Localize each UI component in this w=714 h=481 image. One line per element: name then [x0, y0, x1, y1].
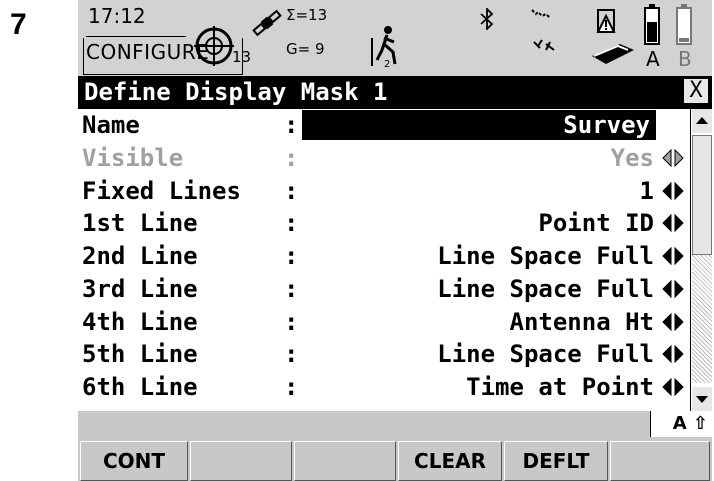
- memory-card-warning-icon: [592, 9, 634, 64]
- scroll-thumb[interactable]: [692, 135, 712, 255]
- f6-button[interactable]: [610, 441, 710, 481]
- f2-button[interactable]: [190, 441, 292, 481]
- row-colon: :: [284, 144, 299, 172]
- settings-list: Name : Survey Visible : Yes Fixed Lines …: [78, 109, 690, 411]
- dialog-title-bar: Define Display Mask 1 X: [78, 76, 712, 109]
- choice-arrows-icon[interactable]: [660, 246, 686, 266]
- row-3rd-line[interactable]: 3rd Line : Line Space Full: [78, 274, 690, 304]
- choice-arrows-icon[interactable]: [660, 213, 686, 233]
- choice-arrows-icon: [660, 148, 686, 168]
- row-colon: :: [284, 275, 299, 303]
- satellite-icon: [252, 9, 282, 37]
- row-value: 1: [639, 177, 654, 205]
- sum-count: Σ=13: [286, 6, 328, 24]
- row-name[interactable]: Name : Survey: [78, 110, 690, 140]
- choice-arrows-icon[interactable]: [660, 181, 686, 201]
- device-screen: 17:12 CONFIGURE 13 Σ=13 G= 9 2 A B Defin…: [78, 0, 712, 481]
- row-fixed-lines[interactable]: Fixed Lines : 1: [78, 176, 690, 206]
- svg-text:2: 2: [384, 59, 390, 68]
- row-label: 1st Line: [82, 209, 198, 237]
- choice-arrows-icon[interactable]: [660, 377, 686, 397]
- surveyor-mode-icon: 2: [371, 26, 397, 68]
- scroll-up-button[interactable]: [692, 109, 712, 133]
- scroll-down-button[interactable]: [692, 387, 712, 411]
- bluetooth-icon: [480, 8, 494, 30]
- row-label: 5th Line: [82, 340, 198, 368]
- arrow-up-icon: [696, 117, 708, 124]
- mode-label: CONFIGURE: [86, 40, 210, 64]
- row-label: 2nd Line: [82, 242, 198, 270]
- name-input[interactable]: Survey: [302, 110, 656, 140]
- step-number: 7: [10, 8, 27, 41]
- position-crosshair-icon: [194, 26, 234, 66]
- row-colon: :: [284, 308, 299, 336]
- scrollbar[interactable]: [690, 109, 712, 411]
- choice-arrows-icon[interactable]: [660, 312, 686, 332]
- row-label: Name: [82, 111, 140, 139]
- choice-arrows-icon[interactable]: [660, 279, 686, 299]
- f1-cont-button[interactable]: CONT: [80, 441, 188, 481]
- f4-clear-button[interactable]: CLEAR: [398, 441, 502, 481]
- radio-link-icon: [531, 9, 555, 51]
- row-5th-line[interactable]: 5th Line : Line Space Full: [78, 339, 690, 369]
- row-value: Line Space Full: [437, 340, 654, 368]
- row-4th-line[interactable]: 4th Line : Antenna Ht: [78, 307, 690, 337]
- row-label: 4th Line: [82, 308, 198, 336]
- g-count: G= 9: [286, 40, 325, 58]
- row-2nd-line[interactable]: 2nd Line : Line Space Full: [78, 241, 690, 271]
- close-button[interactable]: X: [684, 79, 708, 103]
- row-label: 3rd Line: [82, 275, 198, 303]
- function-key-bar: CONT CLEAR DEFLT: [78, 437, 712, 481]
- arrow-down-icon: [696, 396, 708, 403]
- f5-deflt-button[interactable]: DEFLT: [504, 441, 608, 481]
- row-value: Line Space Full: [437, 275, 654, 303]
- svg-text:B: B: [678, 47, 692, 71]
- info-bar: A ⇧: [78, 411, 712, 437]
- satellite-count: 13: [232, 48, 252, 66]
- row-1st-line[interactable]: 1st Line : Point ID: [78, 208, 690, 238]
- f3-button[interactable]: [294, 441, 396, 481]
- input-mode-indicator: A ⇧: [650, 411, 712, 437]
- row-value: Time at Point: [466, 373, 654, 401]
- row-colon: :: [284, 373, 299, 401]
- row-value: Point ID: [538, 209, 654, 237]
- row-value: Yes: [610, 144, 654, 172]
- row-label: Visible: [82, 144, 184, 172]
- name-value: Survey: [563, 111, 650, 139]
- row-colon: :: [284, 242, 299, 270]
- row-colon: :: [284, 177, 299, 205]
- svg-text:A: A: [646, 47, 660, 71]
- row-value: Antenna Ht: [509, 308, 655, 336]
- battery-icon: A B: [644, 4, 692, 71]
- status-bar: 17:12 CONFIGURE 13 Σ=13 G= 9 2 A B: [78, 0, 712, 76]
- row-label: Fixed Lines: [82, 177, 241, 205]
- row-colon: :: [284, 340, 299, 368]
- dialog-title: Define Display Mask 1: [84, 78, 388, 106]
- row-colon: :: [284, 209, 299, 237]
- clock-time: 17:12: [88, 4, 146, 28]
- choice-arrows-icon[interactable]: [660, 344, 686, 364]
- row-6th-line[interactable]: 6th Line : Time at Point: [78, 372, 690, 402]
- row-value: Line Space Full: [437, 242, 654, 270]
- row-label: 6th Line: [82, 373, 198, 401]
- row-colon: :: [284, 111, 299, 139]
- divider: [86, 36, 186, 37]
- row-visible: Visible : Yes: [78, 143, 690, 173]
